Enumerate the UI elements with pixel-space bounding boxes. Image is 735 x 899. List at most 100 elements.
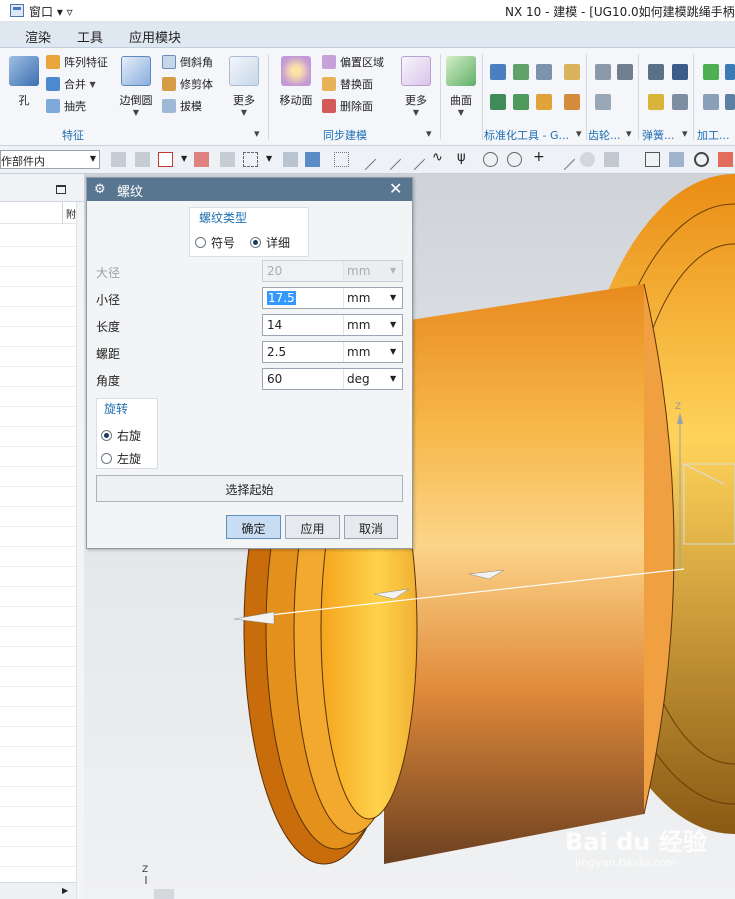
navigator-row[interactable]: [0, 486, 76, 487]
sphere-icon[interactable]: [580, 152, 595, 167]
feature-group-expand-icon[interactable]: ▾: [254, 127, 260, 140]
edge-blend-button[interactable]: 边倒圆 ▼: [112, 56, 160, 117]
spring-expand-icon[interactable]: ▾: [682, 127, 688, 140]
tab-application[interactable]: 应用模块: [129, 27, 181, 46]
filter-icon[interactable]: [111, 152, 126, 167]
gear-tool-icon[interactable]: [617, 64, 633, 80]
navigator-row[interactable]: [0, 306, 76, 307]
pitch-unit-select[interactable]: mm ▼: [343, 342, 402, 362]
spring-tool-icon[interactable]: [672, 64, 688, 80]
draft-button[interactable]: 拔模: [162, 97, 202, 115]
navigator-row[interactable]: [0, 426, 76, 427]
navigator-vertical-scrollbar[interactable]: [76, 202, 84, 899]
machining-tool-icon[interactable]: [725, 94, 735, 110]
line-icon[interactable]: [403, 148, 426, 171]
zoom-icon[interactable]: [669, 152, 684, 167]
standard-tool-icon[interactable]: [536, 94, 552, 110]
navigator-row[interactable]: [0, 326, 76, 327]
cancel-button[interactable]: 取消: [344, 515, 398, 539]
gear-tool-icon[interactable]: [595, 94, 611, 110]
angle-unit-select[interactable]: deg ▼: [343, 369, 402, 389]
navigator-row[interactable]: [0, 786, 76, 787]
grid-icon[interactable]: [604, 152, 619, 167]
curve-icon[interactable]: ∿: [432, 150, 447, 165]
apply-button[interactable]: 应用: [285, 515, 340, 539]
angle-value[interactable]: 60: [267, 372, 282, 386]
hole-button[interactable]: 孔: [0, 56, 48, 108]
chevron-down-icon[interactable]: ▼: [390, 347, 396, 356]
length-unit-select[interactable]: mm ▼: [343, 315, 402, 335]
window-icon[interactable]: [10, 4, 24, 17]
trim-body-button[interactable]: 修剪体: [162, 75, 213, 93]
chevron-down-icon[interactable]: ▼: [390, 293, 396, 302]
navigator-row[interactable]: [0, 466, 76, 467]
minor-diameter-field[interactable]: 17.5 mm ▼: [262, 287, 403, 309]
replace-face-button[interactable]: 替换面: [322, 75, 373, 93]
tangent-icon[interactable]: ψ: [457, 150, 472, 165]
shell-button[interactable]: 抽壳: [46, 97, 86, 115]
navigator-row[interactable]: [0, 446, 76, 447]
standard-tool-icon[interactable]: [564, 64, 580, 80]
spring-tool-icon[interactable]: [648, 94, 664, 110]
navigator-row[interactable]: [0, 546, 76, 547]
standard-tools-expand-icon[interactable]: ▾: [576, 127, 582, 140]
navigator-row[interactable]: [0, 706, 76, 707]
line-icon[interactable]: [354, 148, 377, 171]
standard-tool-icon[interactable]: [564, 94, 580, 110]
radio-detailed[interactable]: 详细: [250, 234, 290, 251]
ok-button[interactable]: 确定: [226, 515, 281, 539]
pitch-field[interactable]: 2.5 mm ▼: [262, 341, 403, 363]
minor-diameter-value[interactable]: 17.5: [267, 291, 296, 305]
navigator-row[interactable]: [0, 866, 76, 867]
select-icon[interactable]: [220, 152, 235, 167]
gear-expand-icon[interactable]: ▾: [626, 127, 632, 140]
fit-view-icon[interactable]: [645, 152, 660, 167]
tab-render[interactable]: 渲染: [25, 27, 51, 46]
navigator-row[interactable]: [0, 606, 76, 607]
snap-icon[interactable]: [135, 152, 150, 167]
standard-tool-icon[interactable]: [490, 64, 506, 80]
pick-icon[interactable]: [194, 152, 209, 167]
delete-face-button[interactable]: 删除面: [322, 97, 373, 115]
navigator-horizontal-scrollbar[interactable]: ▶: [0, 882, 76, 899]
select-box-icon[interactable]: [158, 152, 173, 167]
navigator-row[interactable]: [0, 286, 76, 287]
plus-icon[interactable]: +: [533, 149, 548, 165]
navigator-row[interactable]: [0, 366, 76, 367]
navigator-row[interactable]: [0, 566, 76, 567]
chevron-down-icon[interactable]: ▼: [390, 320, 396, 329]
feature-more-button[interactable]: 更多 ▼: [220, 56, 268, 117]
navigator-row[interactable]: [0, 266, 76, 267]
navigator-row[interactable]: [0, 846, 76, 847]
chevron-down-icon[interactable]: ▼: [390, 374, 396, 383]
spring-tool-icon[interactable]: [648, 64, 664, 80]
standard-tool-icon[interactable]: [490, 94, 506, 110]
pitch-value[interactable]: 2.5: [267, 345, 286, 359]
chamfer-button[interactable]: 倒斜角: [162, 53, 213, 71]
offset-region-button[interactable]: 偏置区域: [322, 53, 384, 71]
point-icon[interactable]: [334, 152, 349, 167]
angle-field[interactable]: 60 deg ▼: [262, 368, 403, 390]
circle-center-icon[interactable]: [483, 152, 498, 167]
navigator-row[interactable]: [0, 506, 76, 507]
unite-button[interactable]: 合并 ▼: [46, 75, 96, 93]
radio-right-hand[interactable]: 右旋: [101, 427, 141, 444]
radio-symbolic[interactable]: 符号: [195, 234, 235, 251]
navigator-row[interactable]: [0, 666, 76, 667]
chevron-down-icon[interactable]: ▼: [266, 154, 274, 169]
rectangle-select-icon[interactable]: [243, 152, 258, 167]
line-icon[interactable]: [379, 148, 402, 171]
surface-button[interactable]: 曲面 ▼: [437, 56, 485, 117]
machining-tool-icon[interactable]: [703, 94, 719, 110]
radio-left-hand[interactable]: 左旋: [101, 450, 141, 467]
navigator-row[interactable]: [0, 686, 76, 687]
navigator-row[interactable]: [0, 626, 76, 627]
standard-tool-icon[interactable]: [513, 64, 529, 80]
navigator-row[interactable]: [0, 646, 76, 647]
navigator-row[interactable]: [0, 346, 76, 347]
dialog-title-bar[interactable]: ⚙ 螺纹 ✕: [87, 178, 412, 201]
navigator-row[interactable]: [0, 246, 76, 247]
selection-scope-select[interactable]: 作部件内 ▼: [0, 150, 100, 169]
spring-tool-icon[interactable]: [672, 94, 688, 110]
gear-tool-icon[interactable]: [595, 64, 611, 80]
